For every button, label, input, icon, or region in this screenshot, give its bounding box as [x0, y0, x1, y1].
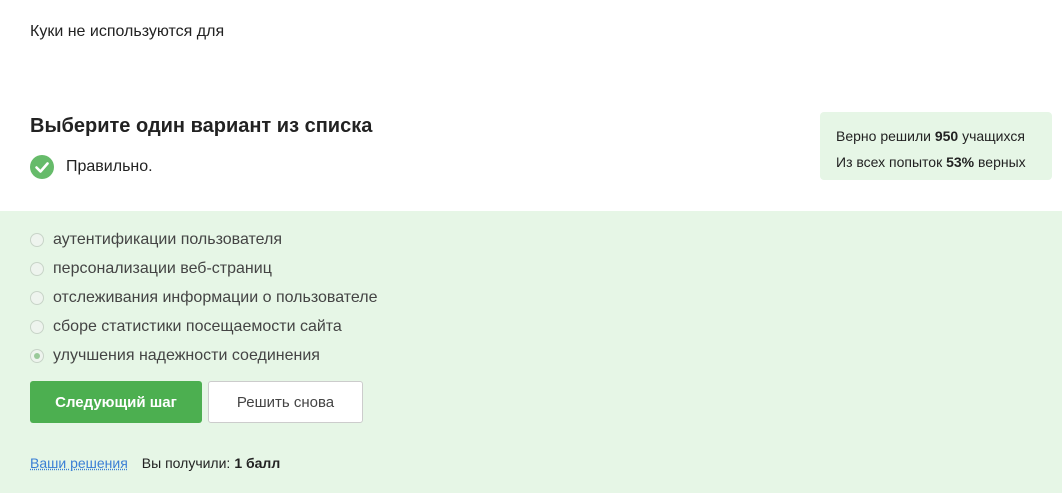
solutions-link[interactable]: Ваши решения	[30, 455, 128, 471]
option-item[interactable]: отслеживания информации о пользователе	[30, 283, 378, 312]
check-circle-icon	[30, 155, 54, 179]
question-text: Куки не используются для	[30, 23, 225, 40]
radio-button[interactable]	[30, 232, 44, 247]
radio-button[interactable]	[30, 290, 44, 305]
option-item[interactable]: сборе статистики посещаемости сайта	[30, 312, 378, 341]
stats-solved: Верно решили 950 учащихся	[836, 123, 1052, 149]
section-title: Выберите один вариант из списка	[30, 115, 373, 137]
radio-button[interactable]	[30, 319, 44, 334]
radio-button-selected[interactable]	[30, 348, 44, 363]
retry-button[interactable]: Решить снова	[208, 381, 363, 423]
option-label: улучшения надежности соединения	[53, 346, 320, 364]
stats-attempts-percent: 53%	[946, 154, 975, 170]
option-label: аутентификации пользователя	[53, 230, 283, 248]
options-list: аутентификации пользователя персонализац…	[30, 225, 378, 370]
score-value: 1 балл	[234, 455, 281, 471]
feedback-text: Правильно.	[66, 158, 153, 175]
action-buttons: Следующий шаг Решить снова	[30, 381, 363, 423]
option-label: отслеживания информации о пользователе	[53, 288, 378, 306]
footer: Ваши решения Вы получили: 1 балл	[30, 455, 280, 471]
score-label: Вы получили:	[141, 455, 231, 471]
option-label: персонализации веб-страниц	[53, 259, 272, 277]
answer-area: аутентификации пользователя персонализац…	[0, 211, 1062, 493]
option-item[interactable]: аутентификации пользователя	[30, 225, 378, 254]
next-step-button[interactable]: Следующий шаг	[30, 381, 202, 423]
option-label: сборе статистики посещаемости сайта	[53, 317, 342, 335]
stats-box: Верно решили 950 учащихся Из всех попыто…	[820, 112, 1052, 180]
option-item-selected[interactable]: улучшения надежности соединения	[30, 341, 378, 370]
stats-attempts: Из всех попыток 53% верных	[836, 149, 1052, 175]
stats-solved-suffix: учащихся	[962, 128, 1025, 144]
feedback: Правильно.	[30, 155, 153, 179]
stats-attempts-prefix: Из всех попыток	[836, 154, 943, 170]
option-item[interactable]: персонализации веб-страниц	[30, 254, 378, 283]
radio-button[interactable]	[30, 261, 44, 276]
stats-solved-prefix: Верно решили	[836, 128, 931, 144]
stats-solved-count: 950	[934, 128, 959, 144]
stats-attempts-suffix: верных	[978, 154, 1026, 170]
